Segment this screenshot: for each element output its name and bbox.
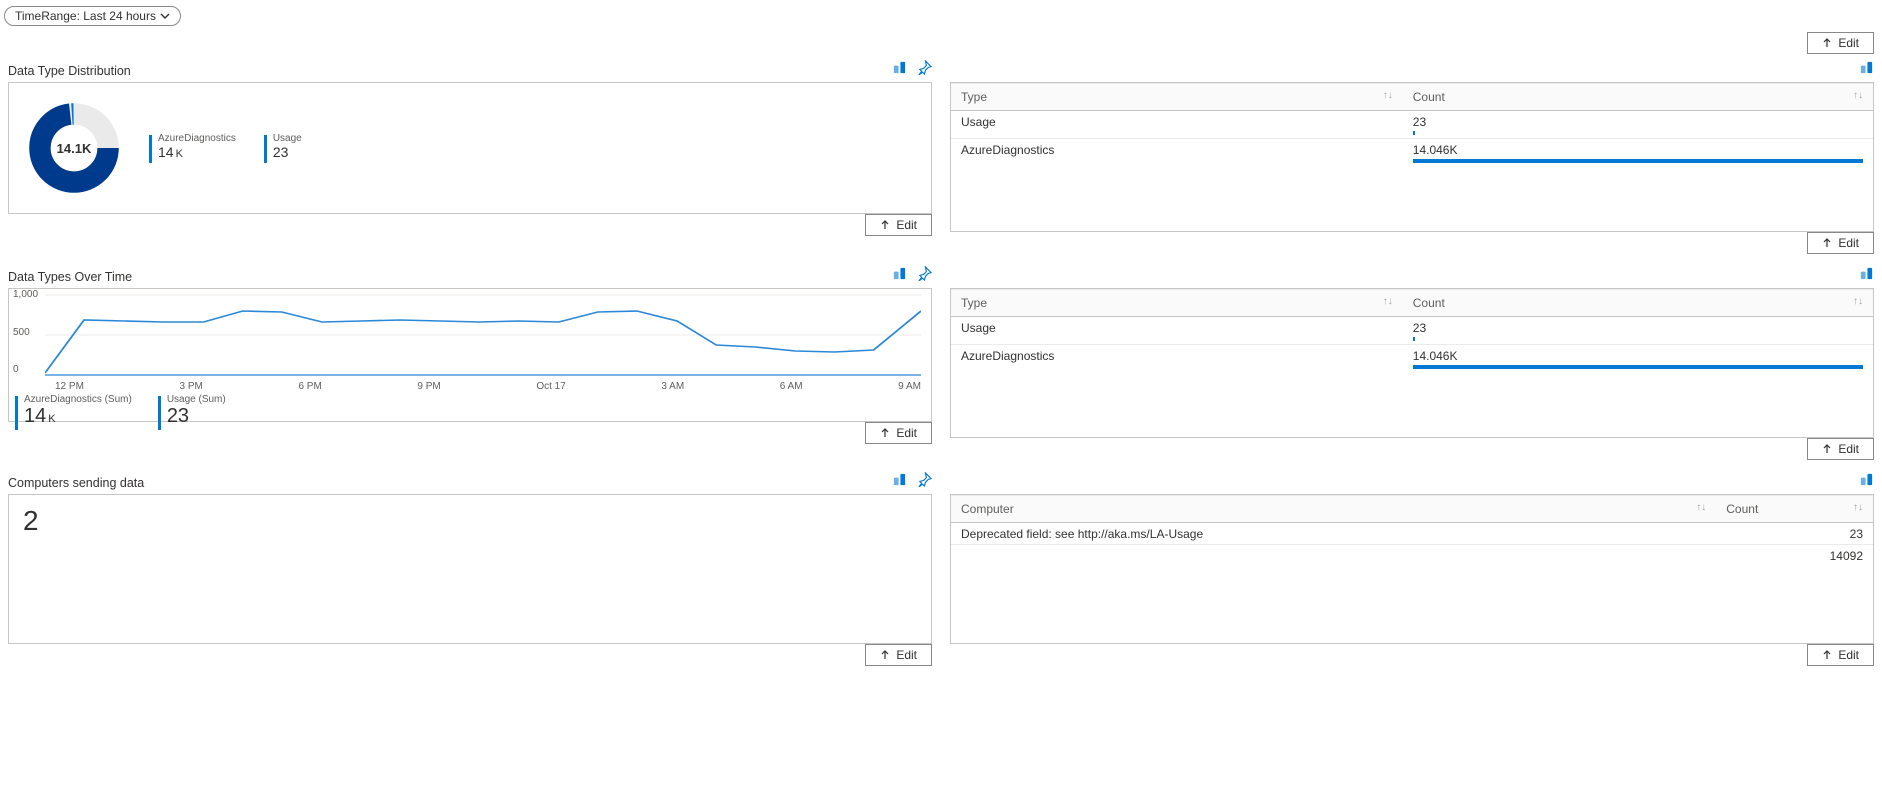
computers-panel: 2 [8, 494, 932, 644]
pin-icon[interactable] [917, 266, 932, 284]
computers-count: 2 [9, 495, 931, 547]
panel-title: Data Type Distribution [8, 64, 131, 78]
dist-table-panel: Type↑↓ Count↑↓ Usage 23 AzureDiagnostics [950, 82, 1874, 232]
logs-icon[interactable] [1859, 60, 1874, 78]
xtick: 3 AM [661, 381, 684, 392]
xtick: 6 AM [780, 381, 803, 392]
table-row[interactable]: 14092 [951, 545, 1873, 567]
dist-table: Type↑↓ Count↑↓ Usage 23 AzureDiagnostics [951, 83, 1873, 166]
legend-item: Usage 23 [264, 133, 302, 163]
logs-icon[interactable] [892, 266, 907, 284]
panel-edit-button[interactable]: Edit [1807, 232, 1874, 254]
legend-item: AzureDiagnostics (Sum) 14K [15, 394, 132, 430]
data-types-over-time-panel: 1,000 500 0 12 PM 3 PM [8, 288, 932, 422]
legend-value: 23 [273, 144, 289, 160]
logs-icon[interactable] [1859, 266, 1874, 284]
timerange-pill[interactable]: TimeRange: Last 24 hours [4, 6, 181, 26]
pin-icon[interactable] [917, 472, 932, 490]
legend-unit: K [176, 148, 183, 160]
logs-icon[interactable] [892, 60, 907, 78]
panel-edit-button[interactable]: Edit [1807, 438, 1874, 460]
table-row[interactable]: AzureDiagnostics 14.046K [951, 139, 1873, 167]
xtick: Oct 17 [536, 381, 565, 392]
xtick: 6 PM [298, 381, 321, 392]
xtick: 12 PM [55, 381, 84, 392]
panel-edit-button[interactable]: Edit [1807, 644, 1874, 666]
xtick: 9 AM [898, 381, 921, 392]
legend-unit: K [48, 413, 55, 425]
legend-value: 14 [158, 144, 174, 160]
up-arrow-icon [1822, 38, 1832, 48]
ytick: 1,000 [13, 289, 38, 300]
table-header[interactable]: Type↑↓ [951, 84, 1403, 111]
table-header[interactable]: Computer↑↓ [951, 496, 1716, 523]
legend-label: Usage [273, 133, 302, 144]
over-time-table: Type↑↓ Count↑↓ Usage 23 AzureDiagnostics [951, 289, 1873, 372]
computers-table: Computer↑↓ Count↑↓ Deprecated field: see… [951, 495, 1873, 566]
timerange-label: TimeRange: Last 24 hours [15, 9, 156, 23]
up-arrow-icon [1822, 444, 1832, 454]
table-header[interactable]: Count↑↓ [1403, 290, 1873, 317]
table-row[interactable]: Deprecated field: see http://aka.ms/LA-U… [951, 523, 1873, 545]
legend-value: 23 [167, 405, 189, 427]
table-header[interactable]: Count↑↓ [1403, 84, 1873, 111]
logs-icon[interactable] [892, 472, 907, 490]
up-arrow-icon [880, 650, 890, 660]
xtick: 3 PM [180, 381, 203, 392]
xtick: 9 PM [417, 381, 440, 392]
panel-edit-button[interactable]: Edit [865, 214, 932, 236]
up-arrow-icon [880, 220, 890, 230]
ytick: 500 [13, 327, 30, 338]
up-arrow-icon [1822, 650, 1832, 660]
panel-title: Computers sending data [8, 476, 144, 490]
donut-total: 14.1K [29, 103, 119, 193]
up-arrow-icon [1822, 238, 1832, 248]
logs-icon[interactable] [1859, 472, 1874, 490]
data-type-distribution-panel: 14.1K AzureDiagnostics 14K Usage [8, 82, 932, 214]
panel-edit-button[interactable]: Edit [865, 644, 932, 666]
table-header[interactable]: Type↑↓ [951, 290, 1403, 317]
table-row[interactable]: AzureDiagnostics 14.046K [951, 345, 1873, 373]
legend-label: Usage (Sum) [167, 394, 226, 405]
legend-label: AzureDiagnostics (Sum) [24, 394, 132, 405]
ytick: 0 [13, 364, 19, 375]
table-header[interactable]: Count↑↓ [1716, 496, 1873, 523]
legend-item: Usage (Sum) 23 [158, 394, 226, 430]
table-row[interactable]: Usage 23 [951, 111, 1873, 139]
computers-table-panel: Computer↑↓ Count↑↓ Deprecated field: see… [950, 494, 1874, 644]
global-edit-button[interactable]: Edit [1807, 32, 1874, 54]
edit-label: Edit [1838, 36, 1859, 50]
chevron-down-icon [160, 11, 170, 21]
panel-title: Data Types Over Time [8, 270, 132, 284]
line-chart [45, 293, 921, 377]
legend-label: AzureDiagnostics [158, 133, 236, 144]
table-row[interactable]: Usage 23 [951, 317, 1873, 345]
legend-item: AzureDiagnostics 14K [149, 133, 236, 163]
over-time-table-panel: Type↑↓ Count↑↓ Usage 23 AzureDiagnostics [950, 288, 1874, 438]
legend-value: 14 [24, 405, 46, 427]
pin-icon[interactable] [917, 60, 932, 78]
